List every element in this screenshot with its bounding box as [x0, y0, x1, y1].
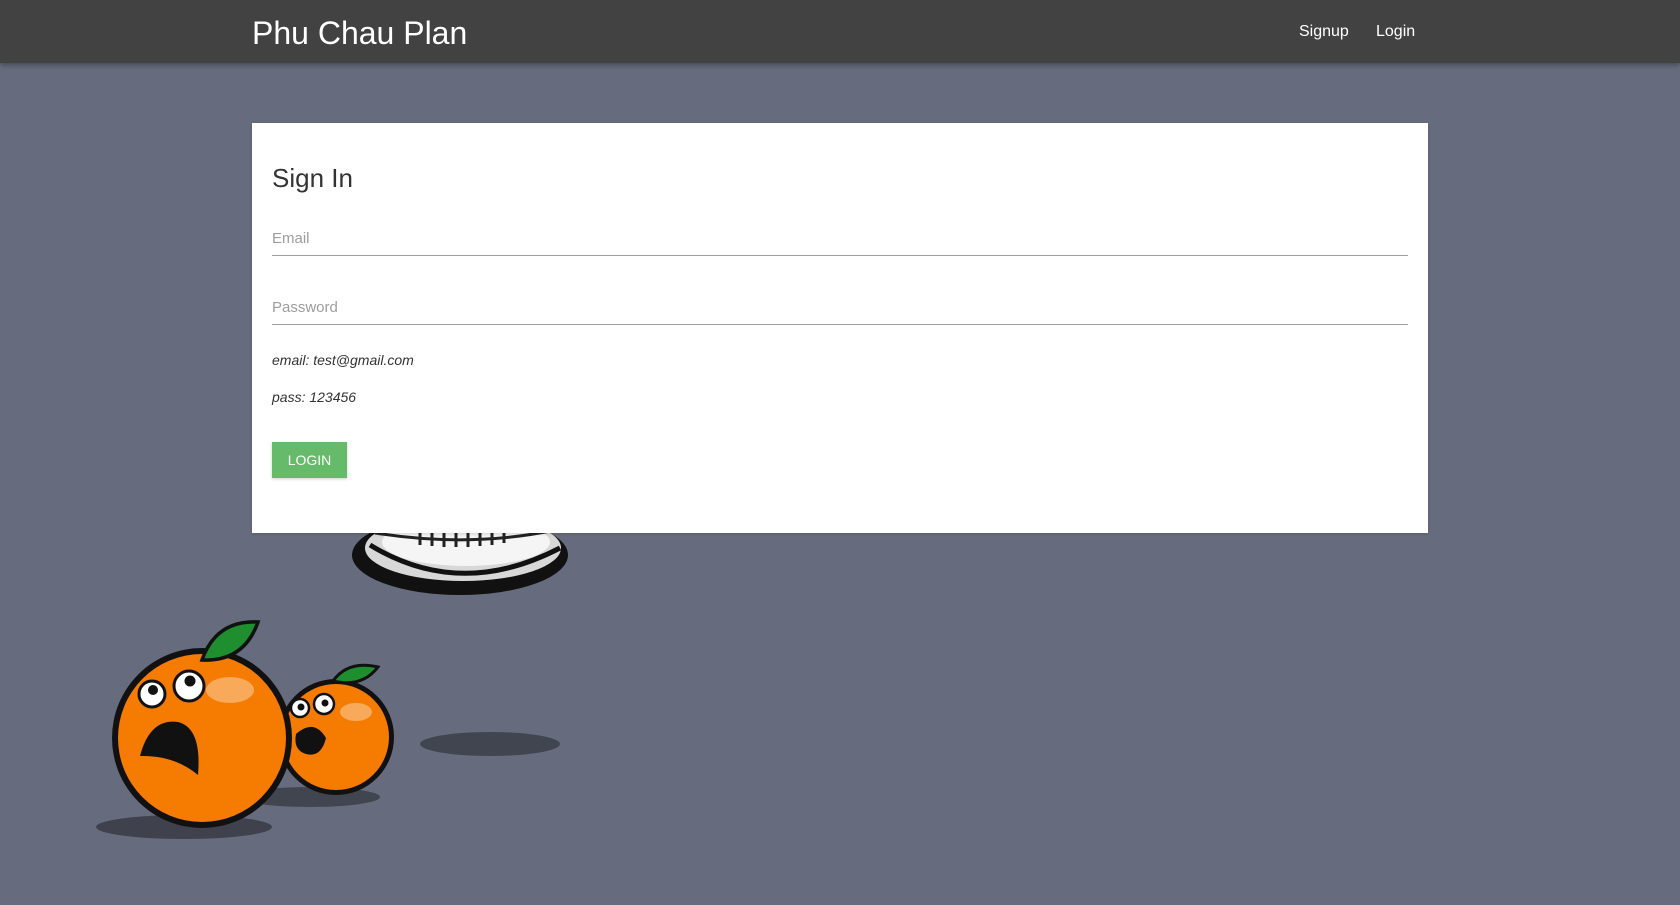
demo-email-hint: email: test@gmail.com [272, 352, 414, 368]
nav-signup-link[interactable]: Signup [1299, 20, 1349, 44]
signin-title: Sign In [272, 163, 353, 193]
nav-login-link[interactable]: Login [1376, 20, 1415, 44]
email-input[interactable] [272, 221, 1408, 256]
password-input[interactable] [272, 290, 1408, 325]
login-button[interactable]: LOGIN [272, 442, 347, 478]
demo-password-hint: pass: 123456 [272, 389, 357, 405]
signin-card: Sign In email: test@gmail.com pass: 1234… [252, 123, 1428, 533]
orange-character-large-icon [112, 620, 292, 828]
orange-character-small-icon [278, 663, 394, 795]
brand-title[interactable]: Phu Chau Plan [252, 13, 467, 53]
top-navbar: Phu Chau Plan Signup Login [0, 0, 1680, 63]
